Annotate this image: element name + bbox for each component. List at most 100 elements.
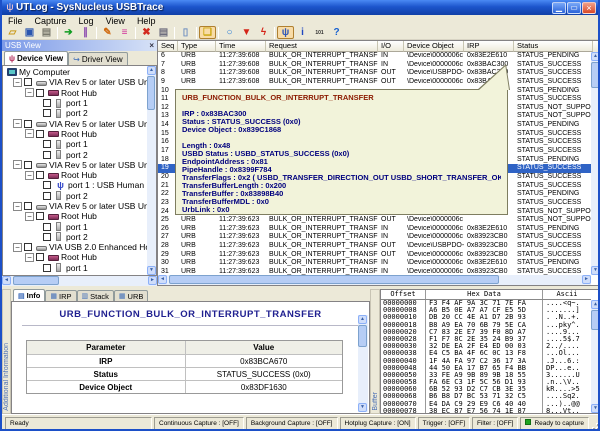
buffer-strip[interactable]: Buffer [370,289,380,414]
tree-item[interactable]: My Computer [3,67,147,77]
tree-item[interactable]: port 1 [3,139,147,149]
log-row[interactable]: 8URB11:27:39:608BULK_OR_INTERRUPT_TRANSF… [158,69,591,78]
tree-item[interactable]: port 2 [3,149,147,159]
checkbox[interactable] [36,89,44,97]
scroll-right-icon[interactable]: ► [148,276,157,285]
log-row[interactable]: 26URB11:27:39:623BULK_OR_INTERRUPT_TRANS… [158,225,591,234]
column-header-request[interactable]: Request [266,41,378,52]
checkbox[interactable] [36,130,44,138]
log-row[interactable]: 29URB11:27:39:623BULK_OR_INTERRUPT_TRANS… [158,251,591,260]
tab-device-view[interactable]: ψDevice View [4,51,68,65]
tree-item[interactable]: −VIA USB 2.0 Enhanced Host Controller [3,242,147,252]
checkbox[interactable] [43,264,51,272]
scroll-down-icon[interactable]: ▼ [147,266,156,275]
checkbox[interactable] [43,99,51,107]
checkbox[interactable] [43,192,51,200]
trigger-button[interactable]: ϟ [255,26,272,39]
column-header-deviceobject[interactable]: Device Object [404,41,464,52]
menu-item-file[interactable]: File [2,16,29,26]
report-button[interactable]: ▯ [177,26,194,39]
save-log-button[interactable]: ▣ [21,26,38,39]
scroll-thumb[interactable] [591,310,600,330]
expander-icon[interactable]: − [13,160,22,169]
checkbox[interactable] [43,140,51,148]
scroll-thumb[interactable] [591,62,600,88]
log-row[interactable]: 31URB11:27:39:623BULK_OR_INTERRUPT_TRANS… [158,268,591,275]
tree-item[interactable]: −Root Hub [3,129,147,139]
checkbox[interactable] [43,223,51,231]
minimize-button[interactable]: ▁ [552,2,566,14]
scroll-right-icon[interactable]: ► [582,275,591,284]
usb-view-header[interactable]: USB View × [2,40,157,51]
scroll-up-icon[interactable]: ▲ [591,300,600,309]
column-header-irp[interactable]: IRP [464,41,514,52]
log-options-button[interactable]: ≡ [116,26,133,39]
scroll-thumb[interactable] [13,276,59,285]
log-row[interactable]: 9URB11:27:39:608BULK_OR_INTERRUPT_TRANSF… [158,78,591,87]
scroll-thumb[interactable] [169,275,499,284]
checkbox[interactable] [24,202,32,210]
checkbox[interactable] [43,233,51,241]
tree-item[interactable]: −VIA Rev 5 or later USB Universal Host C [3,77,147,87]
log-row[interactable]: 25URB11:27:39:623BULK_OR_INTERRUPT_TRANS… [158,216,591,225]
checkbox[interactable] [36,253,44,261]
scroll-down-icon[interactable]: ▼ [591,266,600,275]
scroll-up-icon[interactable]: ▲ [147,66,156,75]
log-row[interactable]: 28URB11:27:39:623BULK_OR_INTERRUPT_TRANS… [158,242,591,251]
tree-item[interactable]: port 2 [3,232,147,242]
expander-icon[interactable]: − [13,202,22,211]
scroll-left-icon[interactable]: ◄ [158,275,167,284]
tree-item[interactable]: port 2 [3,191,147,201]
column-header-io[interactable]: I/O [378,41,404,52]
tree-item[interactable]: −VIA Rev 5 or later USB Universal Host C [3,201,147,211]
info-vertical-scrollbar[interactable]: ▲ ▼ [358,315,368,412]
title-bar[interactable]: ψ UTLog - SysNucleus USBTrace ▁ ▭ × [2,0,598,15]
close-icon[interactable]: × [149,40,154,51]
scroll-down-icon[interactable]: ▼ [358,403,367,412]
tab-driver-view[interactable]: ↪Driver View [68,52,127,65]
column-header-type[interactable]: Type [178,41,216,52]
expander-icon[interactable]: − [13,243,22,252]
column-header-time[interactable]: Time [216,41,266,52]
hex-vertical-scrollbar[interactable]: ▲ ▼ [591,300,600,413]
close-button[interactable]: × [582,2,596,14]
search-button[interactable]: ○ [221,26,238,39]
checkbox[interactable] [24,120,32,128]
tree-item[interactable]: port 1 [3,221,147,231]
tree-item[interactable]: −VIA Rev 5 or later USB Universal Host C [3,160,147,170]
log-row[interactable]: 6URB11:27:39:608BULK_OR_INTERRUPT_TRANSF… [158,52,591,61]
tree-item[interactable]: −VIA Rev 5 or later USB Universal Host C [3,118,147,128]
tab-irp[interactable]: ▦IRP [45,290,76,301]
menu-item-help[interactable]: Help [131,16,162,26]
scroll-thumb[interactable] [358,325,367,347]
start-capture-button[interactable]: ➔ [60,26,77,39]
help-button[interactable]: ? [328,26,345,39]
scroll-up-icon[interactable]: ▲ [358,315,367,324]
checkbox[interactable] [36,171,44,179]
binary-view-button[interactable]: 101 [311,26,328,39]
tree-item[interactable]: port 2 [3,108,147,118]
tooltip-toggle-button[interactable]: ❏ [199,26,216,39]
expander-icon[interactable]: − [13,119,22,128]
log-row[interactable]: 27URB11:27:39:623BULK_OR_INTERRUPT_TRANS… [158,233,591,242]
export-log-button[interactable]: ▤ [38,26,55,39]
tree-item[interactable]: ψport 1 : USB Human Interface D [3,180,147,190]
tab-urb[interactable]: ▦URB [114,290,148,301]
checkbox[interactable] [43,109,51,117]
expander-icon[interactable]: − [25,253,34,262]
scroll-thumb[interactable] [147,76,155,110]
tab-stack[interactable]: ▥Stack [77,290,114,301]
tab-info[interactable]: ▤Info [13,289,45,301]
menu-item-capture[interactable]: Capture [29,16,73,26]
log-vertical-scrollbar[interactable]: ▲ ▼ [591,52,600,275]
tree-item[interactable]: port 1 [3,98,147,108]
info-button[interactable]: i [294,26,311,39]
restore-button[interactable]: ▭ [567,2,581,14]
additional-information-strip[interactable]: Additional Information [2,289,11,414]
expander-icon[interactable]: − [25,212,34,221]
tree-vertical-scrollbar[interactable]: ▲ ▼ [147,66,156,275]
pause-capture-button[interactable]: ∥ [77,26,94,39]
checkbox[interactable] [24,78,32,86]
checkbox[interactable] [24,243,32,251]
checkbox[interactable] [24,161,32,169]
